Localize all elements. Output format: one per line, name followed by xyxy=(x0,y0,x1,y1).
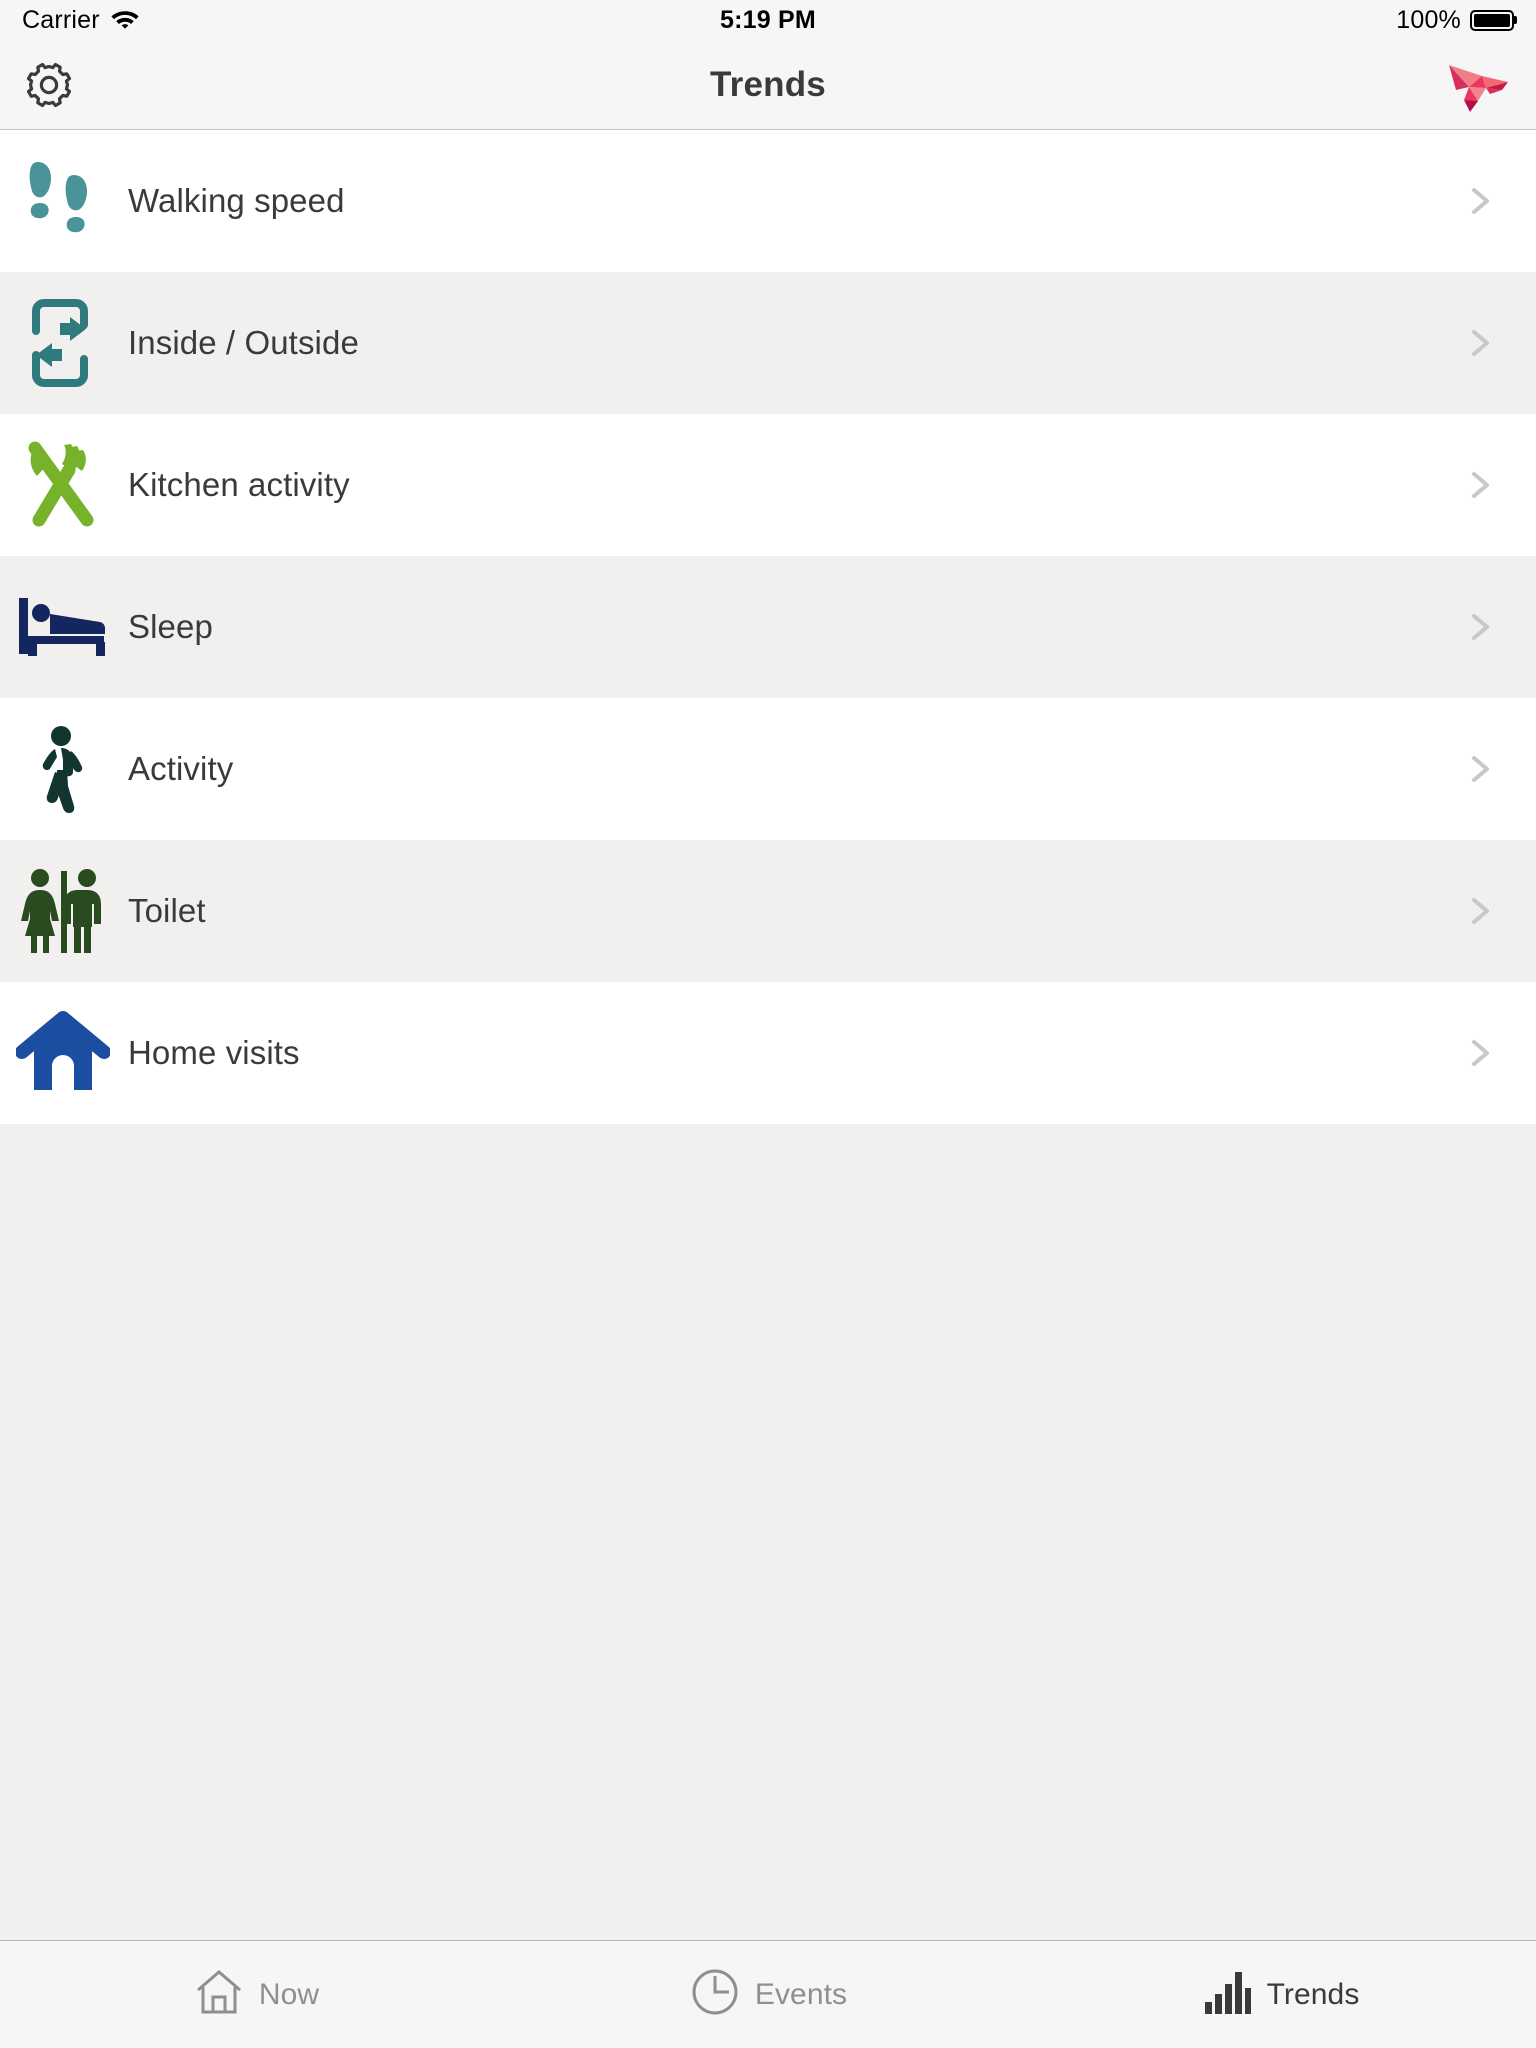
navigation-bar: Trends xyxy=(0,40,1536,130)
app-screen: Carrier 5:19 PM 100% Trends Walking spee… xyxy=(0,0,1536,2048)
chevron-right-icon xyxy=(1462,751,1498,787)
footprints-icon xyxy=(10,153,116,249)
house-icon xyxy=(10,1005,116,1101)
list-item-inside-outside[interactable]: Inside / Outside xyxy=(0,272,1536,414)
wifi-icon xyxy=(110,7,140,34)
clock-time: 5:19 PM xyxy=(720,5,816,34)
door-inout-icon xyxy=(10,295,116,391)
chevron-right-icon xyxy=(1462,183,1498,219)
list-item-label: Sleep xyxy=(128,608,213,645)
list-item-toilet[interactable]: Toilet xyxy=(0,840,1536,982)
status-bar: Carrier 5:19 PM 100% xyxy=(0,0,1536,40)
list-item-label: Home visits xyxy=(128,1034,300,1071)
carrier-label: Carrier xyxy=(22,5,100,34)
restroom-icon xyxy=(10,863,116,959)
chevron-right-icon xyxy=(1462,609,1498,645)
page-title: Trends xyxy=(710,64,826,104)
trends-list: Walking speed Inside / Outside Kitchen a… xyxy=(0,130,1536,1124)
list-item-kitchen-activity[interactable]: Kitchen activity xyxy=(0,414,1536,556)
walking-person-icon xyxy=(10,721,116,817)
battery-percent-label: 100% xyxy=(1396,5,1461,34)
chevron-right-icon xyxy=(1462,893,1498,929)
tab-events[interactable]: Events xyxy=(512,1941,1024,2048)
list-item-label: Kitchen activity xyxy=(128,466,350,503)
tab-now[interactable]: Now xyxy=(0,1941,512,2048)
tab-label: Now xyxy=(258,1977,320,2011)
status-bar-left: Carrier xyxy=(22,6,140,35)
status-bar-right: 100% xyxy=(1396,5,1517,35)
list-item-label: Inside / Outside xyxy=(128,324,359,361)
list-item-sleep: Sleep xyxy=(0,556,1536,698)
battery-full-icon xyxy=(1470,9,1517,31)
fork-knife-icon xyxy=(10,437,116,533)
tab-label: Trends xyxy=(1266,1977,1360,2011)
chevron-right-icon xyxy=(1462,1035,1498,1071)
list-item-label: Activity xyxy=(128,750,234,787)
list-item-label: Toilet xyxy=(128,892,206,929)
origami-bird-logo xyxy=(1442,54,1514,116)
house-outline-icon xyxy=(193,1966,245,2023)
tab-label: Events xyxy=(754,1977,848,2011)
chevron-right-icon xyxy=(1462,325,1498,361)
tab-bar: Now Events Trends xyxy=(0,1940,1536,2048)
tab-trends[interactable]: Trends xyxy=(1024,1941,1536,2048)
list-item-home-visits[interactable]: Home visits xyxy=(0,982,1536,1124)
chevron-right-icon xyxy=(1462,467,1498,503)
list-item-walking-speed[interactable]: Walking speed xyxy=(0,130,1536,272)
list-item-activity[interactable]: Activity xyxy=(0,698,1536,840)
bar-chart-icon xyxy=(1201,1966,1253,2023)
list-item-label: Walking speed xyxy=(128,182,345,219)
empty-list-area xyxy=(0,1124,1536,1940)
clock-outline-icon xyxy=(689,1966,741,2023)
gear-icon[interactable] xyxy=(22,58,76,112)
bed-icon xyxy=(10,579,116,675)
